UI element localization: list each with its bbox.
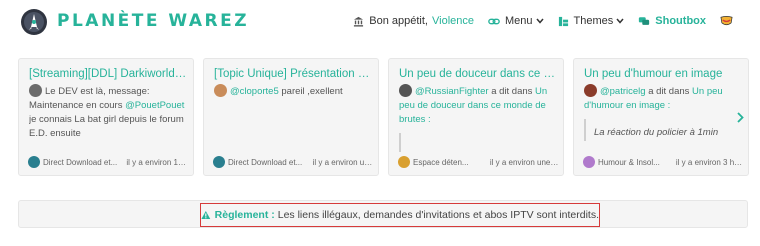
- logo-text[interactable]: PLANÈTE WAREZ: [57, 11, 249, 31]
- card-category[interactable]: Humour & Insol...: [598, 158, 669, 167]
- brand-badge[interactable]: [720, 15, 738, 27]
- rocket-logo-icon[interactable]: [20, 8, 48, 36]
- card-text: pareil ,exellent: [281, 86, 343, 97]
- user-greeting[interactable]: Bon appétit, Violence: [353, 15, 474, 27]
- card-text: a dit dans: [648, 86, 690, 97]
- category-avatar: [28, 156, 40, 168]
- card-timestamp: il y a environ 3 heur...: [675, 157, 745, 167]
- category-avatar: [583, 156, 595, 168]
- recent-posts-carousel: [Streaming][DDL] Darkiworld (a... Le DEV…: [18, 58, 749, 176]
- greeting-text: Bon appétit,: [369, 15, 428, 27]
- card-text: a dit dans: [491, 86, 533, 97]
- card-text: je connais La bat girl depuis le forum E…: [29, 114, 184, 139]
- top-nav: Bon appétit, Violence Menu Themes Shoutb…: [339, 15, 738, 27]
- quote-block: La réaction du policier à 1min: [584, 119, 744, 141]
- post-card[interactable]: [Streaming][DDL] Darkiworld (a... Le DEV…: [18, 58, 194, 176]
- card-body: @patricelg a dit dans Un peu d'humour en…: [584, 84, 744, 152]
- card-timestamp: il y a environ un...: [312, 157, 375, 167]
- rules-text: Les liens illégaux, demandes d'invitatio…: [277, 209, 599, 221]
- card-timestamp: il y a environ une he...: [489, 157, 560, 167]
- quote-text: La réaction du policier à 1min: [594, 127, 719, 138]
- warning-icon: [201, 210, 211, 220]
- chevron-down-icon: [616, 18, 624, 24]
- user-link[interactable]: @RussianFighter: [415, 86, 489, 97]
- carousel-next-button[interactable]: [734, 108, 746, 126]
- username-link[interactable]: Violence: [432, 15, 474, 27]
- bank-icon: [354, 16, 364, 27]
- card-body: @RussianFighter a dit dans Un peu de dou…: [399, 84, 559, 152]
- top-header: PLANÈTE WAREZ Bon appétit, Violence Menu: [0, 0, 760, 44]
- menu-dropdown[interactable]: Menu: [488, 15, 544, 27]
- card-footer: Humour & Insol... il y a environ 3 heur.…: [583, 156, 745, 168]
- category-avatar: [213, 156, 225, 168]
- card-body: @cloporte5 pareil ,exellent: [214, 84, 374, 152]
- chat-icon: [639, 16, 650, 25]
- post-card[interactable]: [Topic Unique] Présentation de l... @clo…: [203, 58, 379, 176]
- chevron-down-icon: [535, 18, 544, 24]
- card-footer: Direct Download et... il y a environ un.…: [213, 156, 375, 168]
- brand-badge-icon: [720, 15, 733, 26]
- shoutbox-link[interactable]: Shoutbox: [638, 15, 706, 27]
- shoutbox-label: Shoutbox: [655, 15, 706, 27]
- card-footer: Espace déten... il y a environ une he...: [398, 156, 560, 168]
- themes-dropdown[interactable]: Themes: [558, 15, 625, 27]
- quote-block: [399, 133, 559, 152]
- card-title[interactable]: [Streaming][DDL] Darkiworld (a...: [29, 68, 187, 80]
- card-title[interactable]: Un peu de douceur dans ce mo...: [399, 68, 557, 80]
- card-category[interactable]: Espace déten...: [413, 158, 483, 167]
- card-category[interactable]: Direct Download et...: [43, 158, 119, 167]
- user-link[interactable]: @patricelg: [600, 86, 646, 97]
- post-card[interactable]: Un peu d'humour en image @patricelg a di…: [573, 58, 749, 176]
- card-title[interactable]: Un peu d'humour en image: [584, 68, 742, 80]
- card-timestamp: il y a environ 10 ...: [126, 157, 190, 167]
- card-footer: Direct Download et... il y a environ 10 …: [28, 156, 190, 168]
- mention-link[interactable]: @PouetPouet: [125, 100, 184, 111]
- card-body: Le DEV est là, message: Maintenance en c…: [29, 84, 189, 152]
- avatar[interactable]: [29, 84, 42, 97]
- category-avatar: [398, 156, 410, 168]
- rules-notice: Règlement : Les liens illégaux, demandes…: [200, 203, 600, 227]
- rules-label: Règlement :: [214, 209, 275, 221]
- themes-label: Themes: [573, 15, 614, 27]
- menu-label: Menu: [505, 15, 533, 27]
- rules-notice-bar: Règlement : Les liens illégaux, demandes…: [18, 200, 748, 228]
- user-link[interactable]: @cloporte5: [230, 86, 279, 97]
- link-icon: [488, 18, 500, 24]
- post-card[interactable]: Un peu de douceur dans ce mo... @Russian…: [388, 58, 564, 176]
- avatar[interactable]: [584, 84, 597, 97]
- avatar[interactable]: [214, 84, 227, 97]
- palette-icon: [558, 16, 568, 26]
- card-title[interactable]: [Topic Unique] Présentation de l...: [214, 68, 372, 80]
- chevron-right-icon: [736, 111, 744, 123]
- avatar[interactable]: [399, 84, 412, 97]
- card-category[interactable]: Direct Download et...: [228, 158, 306, 167]
